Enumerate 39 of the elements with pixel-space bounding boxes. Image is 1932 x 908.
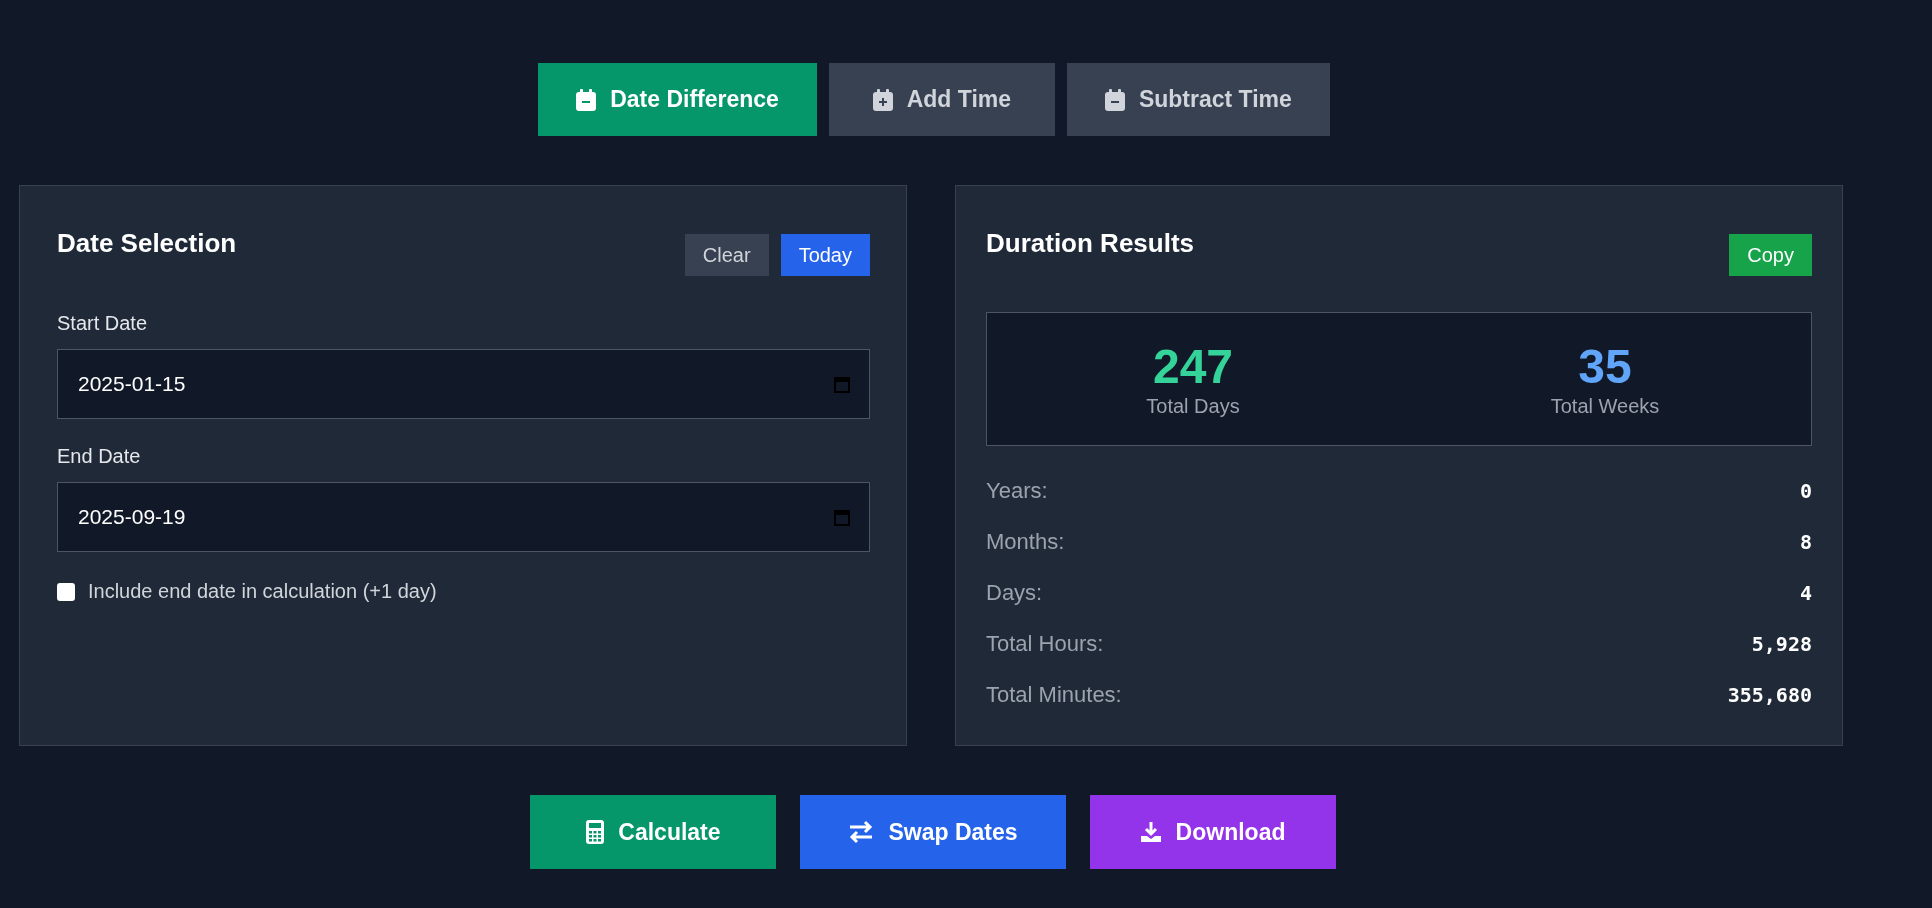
result-value: 8	[1799, 529, 1812, 554]
tab[interactable]: Subtract Time	[1066, 63, 1330, 136]
result-value: 355,680	[1727, 682, 1812, 707]
result-value: 5,928	[1751, 631, 1812, 656]
result-label: Years:	[986, 477, 1048, 504]
result-label: Months:	[986, 528, 1065, 555]
calendar-icon	[834, 375, 850, 393]
stat-value: 35	[1578, 342, 1632, 391]
panel-title: Duration Results	[986, 228, 1195, 259]
swap-arrows-icon	[848, 820, 875, 844]
calendar-icon	[834, 508, 850, 526]
result-value: 4	[1799, 580, 1812, 605]
stat-label: Total Days	[1146, 394, 1240, 418]
panel-title: Date Selection	[57, 228, 237, 259]
tab[interactable]: Add Time	[828, 63, 1055, 136]
clear-button[interactable]: Clear	[684, 234, 769, 276]
calendar-plus-icon	[872, 88, 893, 111]
field-label: End Date	[57, 445, 142, 468]
result-label: Total Minutes:	[986, 681, 1122, 708]
download-button[interactable]: Download	[1089, 795, 1336, 869]
checkbox-label: Include end date in calculation (+1 day)	[88, 580, 437, 603]
result-label: Days:	[986, 579, 1043, 606]
field-label: Start Date	[57, 312, 149, 335]
copy-button[interactable]: Copy	[1729, 234, 1812, 276]
tab[interactable]: Date Difference	[538, 63, 817, 136]
download-icon	[1139, 821, 1162, 843]
swap-button[interactable]: Swap Dates	[800, 795, 1066, 869]
result-label: Total Hours:	[986, 630, 1104, 657]
calculate-button[interactable]: Calculate	[530, 795, 777, 869]
calendar-minus-icon	[576, 88, 597, 111]
calculator-icon	[586, 820, 605, 844]
date-field[interactable]: 2025-09-19	[57, 482, 870, 552]
today-button[interactable]: Today	[780, 234, 870, 276]
calendar-minus-icon	[1104, 88, 1125, 111]
result-value: 0	[1799, 478, 1812, 503]
stat-label: Total Weeks	[1550, 394, 1660, 418]
checkbox[interactable]	[57, 582, 75, 601]
date-field[interactable]: 2025-01-15	[57, 349, 870, 419]
stat-value: 247	[1152, 342, 1234, 391]
